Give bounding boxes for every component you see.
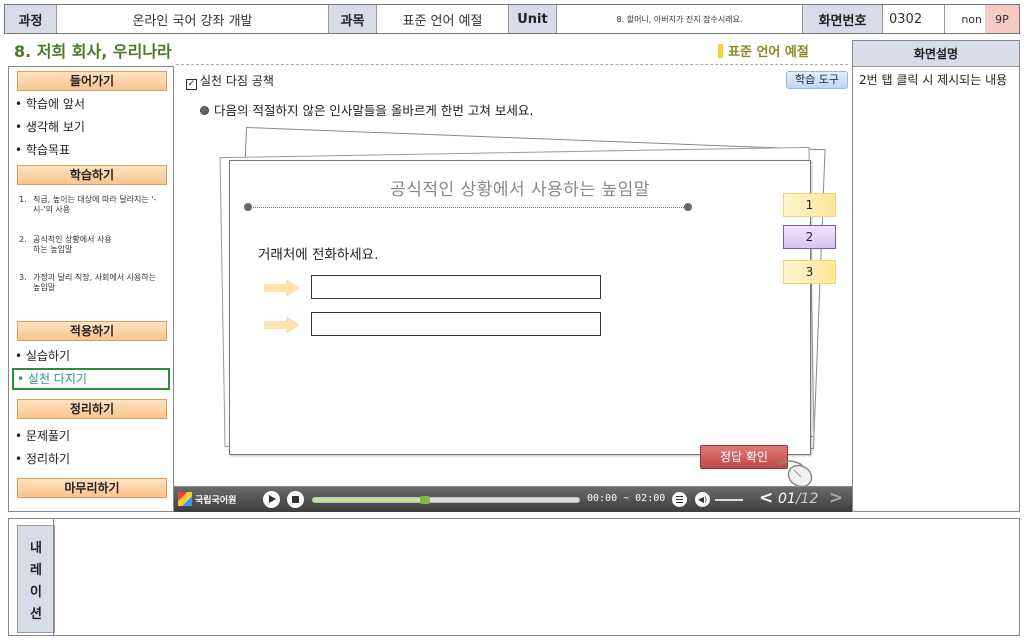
section-title: ✓ 실천 다짐 공책 xyxy=(186,74,274,90)
progress-fill xyxy=(313,498,425,502)
course-value: 온라인 국어 강좌 개발 xyxy=(57,5,329,33)
progress-track[interactable] xyxy=(312,496,580,504)
description-body: 2번 탭 클릭 시 제시되는 내용 xyxy=(859,73,1008,87)
question-text: 거래처에 전화하세요. xyxy=(258,247,379,263)
screen-description-panel: 화면설명 2번 탭 클릭 시 제시되는 내용 xyxy=(852,40,1020,512)
nav-learn-item-2[interactable]: 2. 공식적인 상황에서 사용하는 높임말 xyxy=(19,235,113,255)
unit-label: Unit xyxy=(509,5,557,33)
play-button[interactable] xyxy=(263,491,280,508)
narration-body[interactable] xyxy=(53,519,1019,635)
tab-1[interactable]: 1 xyxy=(783,193,836,217)
arrow-right-icon xyxy=(264,316,300,334)
volume-slider[interactable] xyxy=(715,499,743,501)
divider-dot-right xyxy=(684,203,692,211)
stop-button[interactable] xyxy=(287,491,304,508)
title-divider xyxy=(176,64,848,65)
player-logo: 국립국어원 xyxy=(178,492,236,506)
menu-icon[interactable] xyxy=(672,492,687,507)
learning-tool-button[interactable]: 학습 도구 xyxy=(786,71,848,89)
prev-page-icon[interactable]: < xyxy=(759,488,773,508)
nav-item-commit-practice[interactable]: • 실천 다지기 xyxy=(12,368,170,390)
tab-2[interactable]: 2 xyxy=(783,225,836,249)
nav-finish-button[interactable]: 마무리하기 xyxy=(17,478,167,498)
std-label-marker xyxy=(718,44,723,58)
description-title: 화면설명 xyxy=(853,41,1019,67)
nav-learn-item-1[interactable]: 1. 직급, 높이는 대상에 따라 달라지는 '-시-'의 사용 xyxy=(19,195,163,215)
nav-item-summary[interactable]: • 정리하기 xyxy=(15,450,70,467)
bullet-icon xyxy=(200,106,209,115)
media-player-bar: 국립국어원 00:00 ~ 02:00 ◀) < 01/12 > xyxy=(174,486,852,512)
tab-3[interactable]: 3 xyxy=(783,260,836,284)
volume-icon[interactable]: ◀) xyxy=(695,492,710,507)
left-nav: 들어가기 • 학습에 앞서 • 생각해 보기 • 학습목표 학습하기 1. 직급,… xyxy=(8,66,174,512)
course-label: 과정 xyxy=(5,5,57,33)
divider-dot-left xyxy=(244,203,252,211)
narration-label-char: 내 xyxy=(30,541,42,556)
check-answer-button[interactable]: 정답 확인 xyxy=(700,445,788,469)
narration-label-char: 션 xyxy=(30,607,42,622)
screen-number-label: 화면번호 xyxy=(803,5,883,33)
nav-item-practice[interactable]: • 실습하기 xyxy=(15,347,70,364)
instruction: 다음의 적절하지 않은 인사말들을 올바르게 한번 고쳐 보세요. xyxy=(200,100,533,119)
nav-summary-button[interactable]: 정리하기 xyxy=(17,399,167,419)
answer-input-2[interactable] xyxy=(311,312,601,336)
nav-apply-button[interactable]: 적용하기 xyxy=(17,321,167,341)
subject-label: 과목 xyxy=(329,5,377,33)
nav-learn-button[interactable]: 학습하기 xyxy=(17,165,167,185)
nav-item-think[interactable]: • 생각해 보기 xyxy=(15,118,85,135)
nav-intro-button[interactable]: 들어가기 xyxy=(17,71,167,91)
mouse-icon xyxy=(777,460,813,488)
time-display: 00:00 ~ 02:00 xyxy=(587,493,666,504)
page-indicator: 01/12 xyxy=(778,491,819,507)
checkbox-icon: ✓ xyxy=(186,79,197,90)
arrow-right-icon xyxy=(264,279,300,297)
nav-item-before-learning[interactable]: • 학습에 앞서 xyxy=(15,95,85,112)
narration-label-char: 레 xyxy=(30,563,42,578)
card-title: 공식적인 상황에서 사용하는 높임말 xyxy=(390,180,650,200)
card-divider xyxy=(248,207,688,208)
institute-logo-icon xyxy=(178,492,192,506)
narration-label-char: 이 xyxy=(30,585,42,600)
nav-item-goals[interactable]: • 학습목표 xyxy=(15,141,70,158)
non-label: non xyxy=(945,5,985,33)
narration-label: 내레이션 xyxy=(17,525,55,633)
std-label: 표준 언어 예절 xyxy=(728,45,809,60)
narration-panel: 내레이션 xyxy=(8,518,1020,636)
next-page-icon[interactable]: > xyxy=(829,488,843,508)
answer-input-1[interactable] xyxy=(311,275,601,299)
progress-knob[interactable] xyxy=(419,496,430,504)
nav-item-quiz[interactable]: • 문제풀기 xyxy=(15,427,70,444)
page-badge: 9P xyxy=(985,5,1019,33)
subject-value: 표준 언어 예절 xyxy=(377,5,509,33)
nav-learn-item-3[interactable]: 3. 가정과 달리 직장, 사회에서 사용하는 높임말 xyxy=(19,273,163,293)
exercise-card: 공식적인 상황에서 사용하는 높임말 거래처에 전화하세요. xyxy=(229,160,811,455)
header-table: 과정 온라인 국어 강좌 개발 과목 표준 언어 예절 Unit 8. 할머니,… xyxy=(4,4,1020,34)
unit-value: 8. 할머니, 아버지가 진지 잡수시래요. xyxy=(557,5,803,33)
screen-number-value: 0302 xyxy=(883,5,945,33)
page-title: 8. 저희 회사, 우리나라 xyxy=(14,42,172,61)
